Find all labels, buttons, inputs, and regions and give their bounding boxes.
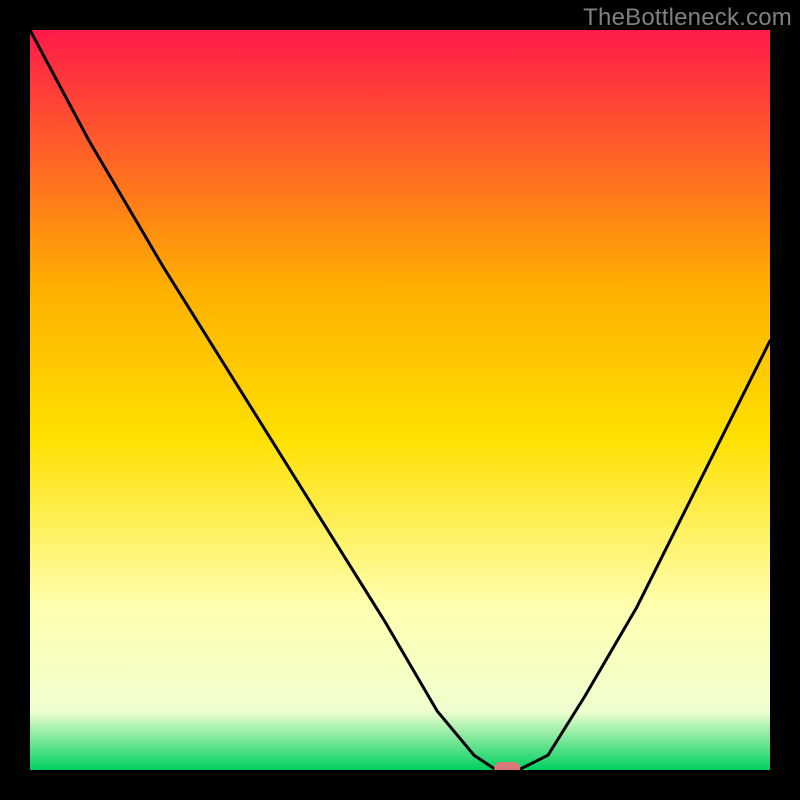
plot-svg (30, 30, 770, 770)
chart-frame: TheBottleneck.com (0, 0, 800, 800)
gradient-background (30, 30, 770, 770)
watermark-text: TheBottleneck.com (583, 4, 792, 32)
bottleneck-plot (30, 30, 770, 770)
optimal-marker (494, 762, 520, 770)
